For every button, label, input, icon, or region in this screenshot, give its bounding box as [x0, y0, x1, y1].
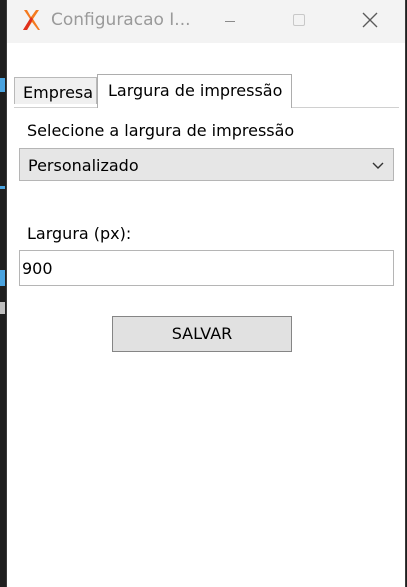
close-button[interactable] — [346, 0, 392, 43]
background-editor-line — [0, 186, 5, 189]
print-width-select-value: Personalizado — [28, 156, 139, 175]
config-window: Configuracao I... Empresa Largura de imp… — [7, 0, 405, 587]
title-bar[interactable]: Configuracao I... — [7, 0, 405, 43]
close-icon — [362, 12, 378, 28]
app-logo-icon — [23, 10, 40, 30]
tab-empresa[interactable]: Empresa — [14, 77, 97, 104]
print-width-select[interactable]: Personalizado — [19, 148, 394, 181]
background-editor-line — [0, 78, 5, 92]
background-editor-line — [0, 302, 5, 314]
minimize-button[interactable] — [207, 0, 253, 43]
save-button[interactable]: SALVAR — [112, 316, 292, 352]
chevron-down-icon — [372, 162, 384, 169]
width-field-label: Largura (px): — [27, 224, 132, 243]
tab-label: Empresa — [23, 83, 94, 102]
window-title: Configuracao I... — [51, 10, 191, 30]
width-input[interactable] — [19, 250, 394, 286]
print-width-select-label: Selecione a largura de impressão — [27, 121, 295, 140]
background-editor-line — [0, 270, 5, 286]
minimize-icon — [225, 21, 235, 22]
maximize-icon — [293, 14, 305, 26]
maximize-button[interactable] — [275, 0, 321, 43]
tab-largura-de-impressao[interactable]: Largura de impressão — [97, 74, 292, 108]
tab-label: Largura de impressão — [108, 81, 283, 100]
